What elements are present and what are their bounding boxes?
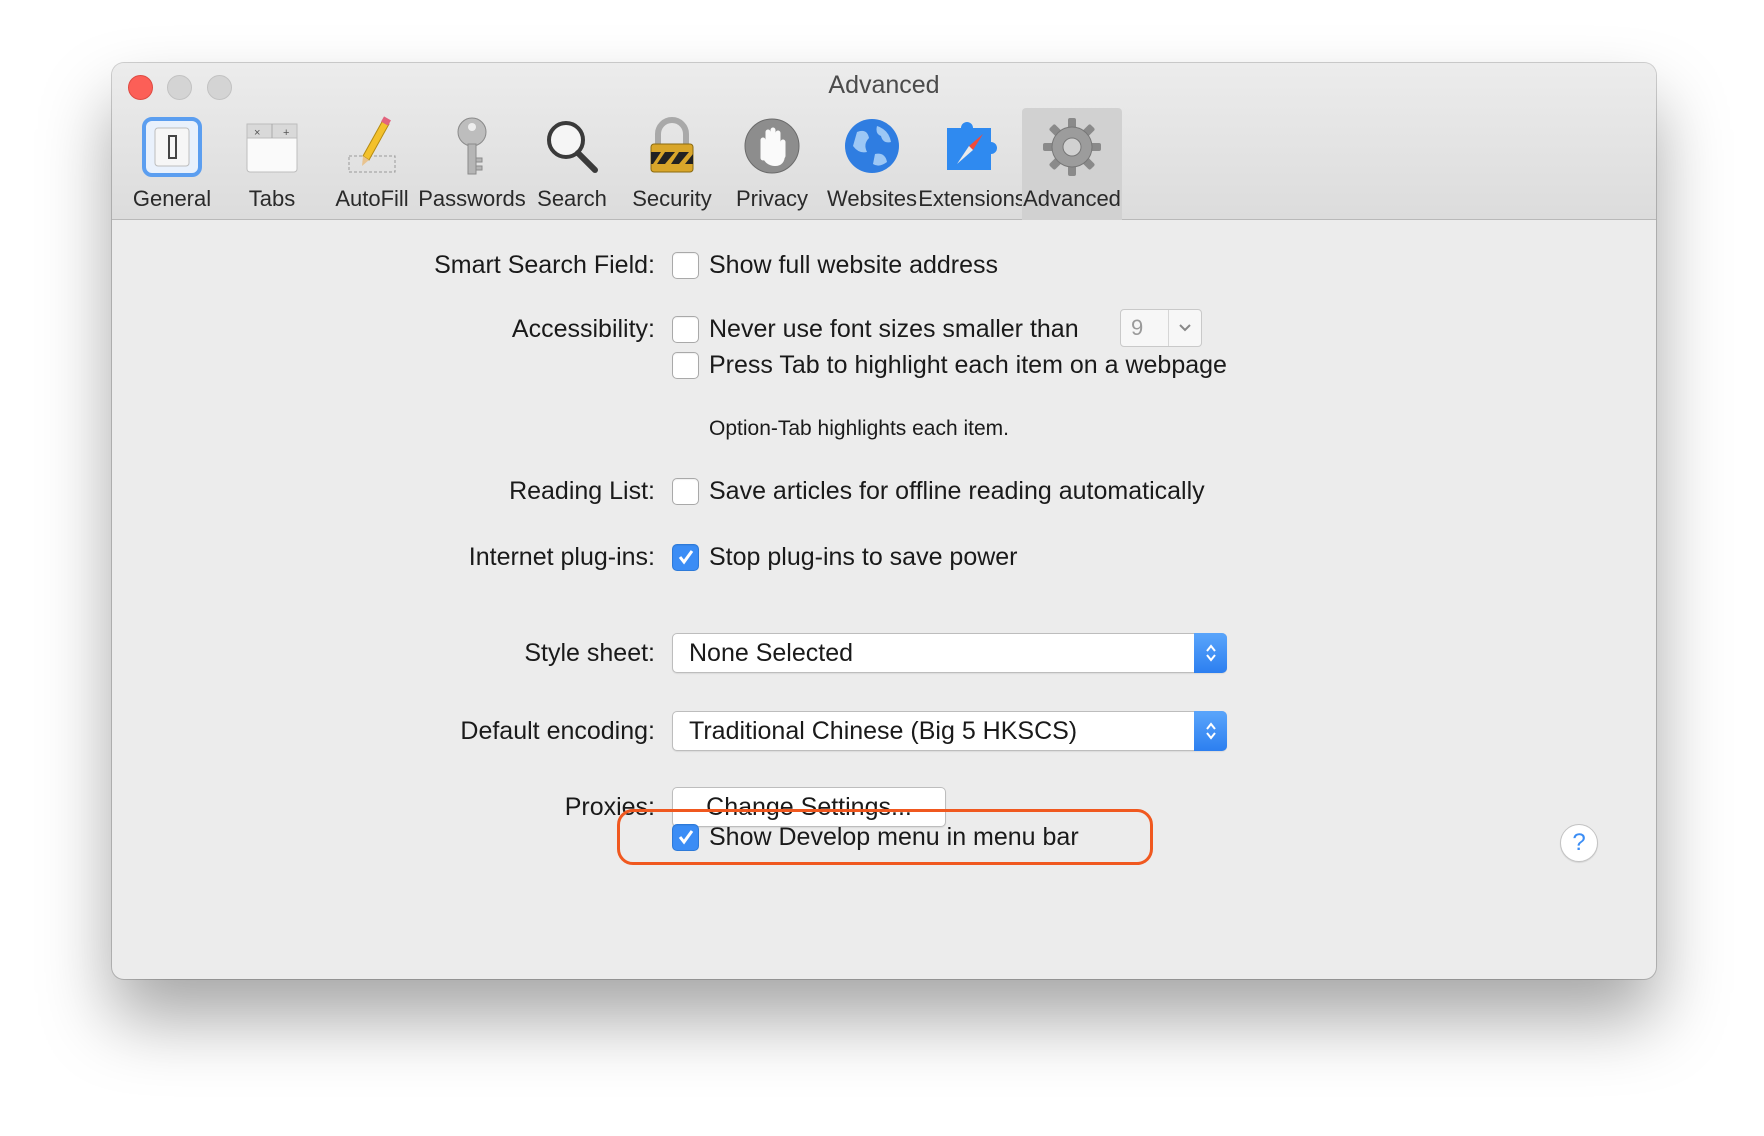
tab-general[interactable]: General xyxy=(122,108,222,220)
preferences-window: Advanced General × + Tabs AutoFill Passw… xyxy=(112,63,1656,979)
tab-highlight-note: Option-Tab highlights each item. xyxy=(709,417,1009,440)
min-font-size-option[interactable]: Never use font sizes smaller than xyxy=(672,313,1079,345)
style-sheet-label: Style sheet: xyxy=(524,639,655,667)
tab-search[interactable]: Search xyxy=(522,108,622,220)
offline-reading-option[interactable]: Save articles for offline reading automa… xyxy=(672,475,1205,507)
tab-autofill[interactable]: AutoFill xyxy=(322,108,422,220)
preferences-toolbar: General × + Tabs AutoFill Passwords Sear… xyxy=(122,108,1122,220)
min-font-size-select[interactable]: 9 xyxy=(1120,309,1202,347)
tab-tabs[interactable]: × + Tabs xyxy=(222,108,322,220)
tab-highlight-checkbox[interactable] xyxy=(672,351,699,379)
tabs-icon: × + xyxy=(239,114,305,180)
advanced-settings-pane: Smart Search Field: Show full website ad… xyxy=(112,221,1656,979)
smart-search-label: Smart Search Field: xyxy=(434,251,655,279)
stop-plugins-checkbox[interactable] xyxy=(672,543,699,571)
help-button[interactable]: ? xyxy=(1560,824,1598,862)
general-icon xyxy=(139,114,205,180)
tab-websites[interactable]: Websites xyxy=(822,108,922,220)
tab-highlight-option[interactable]: Press Tab to highlight each item on a we… xyxy=(672,349,1227,381)
padlock-icon xyxy=(639,114,705,180)
accessibility-row: Accessibility: Never use font sizes smal… xyxy=(112,309,1656,349)
titlebar: Advanced General × + Tabs AutoFill Passw… xyxy=(112,63,1656,220)
reading-list-label: Reading List: xyxy=(509,477,655,505)
tab-extensions[interactable]: Extensions xyxy=(918,108,1026,220)
stop-plugins-option[interactable]: Stop plug-ins to save power xyxy=(672,541,1018,573)
show-full-address-option[interactable]: Show full website address xyxy=(672,249,998,281)
tab-highlight-row: Press Tab to highlight each item on a we… xyxy=(112,345,1656,385)
plugins-row: Internet plug-ins: Stop plug-ins to save… xyxy=(112,537,1656,577)
up-down-arrows-icon xyxy=(1194,711,1227,751)
svg-text:×: × xyxy=(254,127,260,139)
globe-icon xyxy=(839,114,905,180)
checkmark-icon xyxy=(678,550,693,565)
tab-advanced[interactable]: Advanced xyxy=(1022,108,1122,220)
smart-search-row: Smart Search Field: Show full website ad… xyxy=(112,245,1656,285)
plugins-label: Internet plug-ins: xyxy=(468,543,655,571)
tab-privacy[interactable]: Privacy xyxy=(722,108,822,220)
window-title: Advanced xyxy=(828,71,940,99)
style-sheet-row: Style sheet: None Selected xyxy=(112,633,1656,673)
encoding-label: Default encoding: xyxy=(460,717,655,745)
min-font-size-checkbox[interactable] xyxy=(672,315,699,343)
autofill-pencil-icon xyxy=(339,114,405,180)
svg-text:+: + xyxy=(283,127,289,139)
style-sheet-popup[interactable]: None Selected xyxy=(672,633,1227,673)
hand-icon xyxy=(739,114,805,180)
up-down-arrows-icon xyxy=(1194,633,1227,673)
key-icon xyxy=(439,114,505,180)
tab-security[interactable]: Security xyxy=(622,108,722,220)
offline-reading-checkbox[interactable] xyxy=(672,477,699,505)
chevron-down-icon xyxy=(1169,323,1201,333)
encoding-row: Default encoding: Traditional Chinese (B… xyxy=(112,711,1656,751)
gear-icon xyxy=(1039,114,1105,180)
accessibility-label: Accessibility: xyxy=(511,315,655,343)
magnifier-icon xyxy=(539,114,605,180)
develop-highlight-outline xyxy=(617,809,1153,865)
show-full-address-checkbox[interactable] xyxy=(672,251,699,279)
puzzle-compass-icon xyxy=(939,114,1005,180)
reading-list-row: Reading List: Save articles for offline … xyxy=(112,471,1656,511)
tab-passwords[interactable]: Passwords xyxy=(418,108,526,220)
encoding-popup[interactable]: Traditional Chinese (Big 5 HKSCS) xyxy=(672,711,1227,751)
